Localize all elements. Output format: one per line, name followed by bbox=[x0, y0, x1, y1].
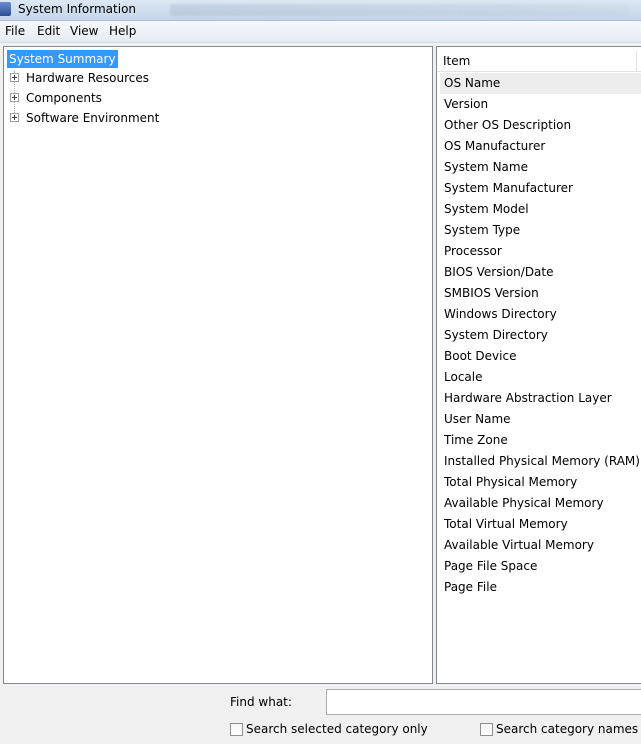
list-item[interactable]: System Model bbox=[440, 199, 641, 220]
find-what-label: Find what: bbox=[230, 695, 292, 709]
menu-edit[interactable]: Edit bbox=[36, 24, 61, 38]
item-list[interactable]: Item OS Name Version Other OS Descriptio… bbox=[436, 46, 641, 684]
list-item[interactable]: System Directory bbox=[440, 325, 641, 346]
list-item[interactable]: Hardware Abstraction Layer bbox=[440, 388, 641, 409]
list-item[interactable]: SMBIOS Version bbox=[440, 283, 641, 304]
list-item[interactable]: Page File bbox=[440, 577, 641, 598]
list-item[interactable]: System Type bbox=[440, 220, 641, 241]
list-item[interactable]: Installed Physical Memory (RAM) bbox=[440, 451, 641, 472]
tree-item-label: Software Environment bbox=[26, 111, 160, 125]
search-category-names-label: Search category names only bbox=[496, 722, 641, 736]
expand-icon[interactable] bbox=[10, 113, 19, 122]
list-item[interactable]: Time Zone bbox=[440, 430, 641, 451]
column-divider[interactable] bbox=[636, 51, 637, 71]
list-item[interactable]: Available Physical Memory bbox=[440, 493, 641, 514]
column-header-item[interactable]: Item bbox=[437, 51, 641, 72]
list-item[interactable]: Locale bbox=[440, 367, 641, 388]
search-selected-category-checkbox[interactable] bbox=[230, 723, 243, 736]
search-category-names-checkbox[interactable] bbox=[480, 723, 493, 736]
list-item[interactable]: System Manufacturer bbox=[440, 178, 641, 199]
menu-bar: File Edit View Help bbox=[0, 21, 641, 43]
title-bar: System Information bbox=[0, 0, 641, 21]
title-bar-background bbox=[170, 4, 630, 16]
tree-item-label: Components bbox=[26, 91, 102, 105]
tree-item-label: Hardware Resources bbox=[26, 71, 150, 85]
list-item[interactable]: Boot Device bbox=[440, 346, 641, 367]
list-item[interactable]: Other OS Description bbox=[440, 115, 641, 136]
list-item[interactable]: Page File Space bbox=[440, 556, 641, 577]
list-item[interactable]: Total Virtual Memory bbox=[440, 514, 641, 535]
list-item[interactable]: OS Name bbox=[440, 73, 641, 94]
list-item[interactable]: OS Manufacturer bbox=[440, 136, 641, 157]
menu-file[interactable]: File bbox=[4, 24, 26, 38]
system-information-icon bbox=[0, 2, 11, 16]
menu-help[interactable]: Help bbox=[108, 24, 137, 38]
list-item[interactable]: Total Physical Memory bbox=[440, 472, 641, 493]
category-tree[interactable]: System Summary Hardware Resources Compon… bbox=[3, 46, 433, 684]
list-item[interactable]: BIOS Version/Date bbox=[440, 262, 641, 283]
tree-item-system-summary[interactable]: System Summary bbox=[7, 50, 118, 68]
list-item[interactable]: User Name bbox=[440, 409, 641, 430]
window-title: System Information bbox=[18, 2, 137, 16]
column-header-label: Item bbox=[443, 54, 471, 68]
list-item[interactable]: Version bbox=[440, 94, 641, 115]
list-item[interactable]: Available Virtual Memory bbox=[440, 535, 641, 556]
list-item[interactable]: Windows Directory bbox=[440, 304, 641, 325]
expand-icon[interactable] bbox=[10, 93, 19, 102]
menu-view[interactable]: View bbox=[69, 24, 99, 38]
list-item[interactable]: Processor bbox=[440, 241, 641, 262]
search-selected-category-label: Search selected category only bbox=[246, 722, 428, 736]
find-what-input[interactable] bbox=[326, 689, 641, 715]
expand-icon[interactable] bbox=[10, 73, 19, 82]
list-item[interactable]: System Name bbox=[440, 157, 641, 178]
